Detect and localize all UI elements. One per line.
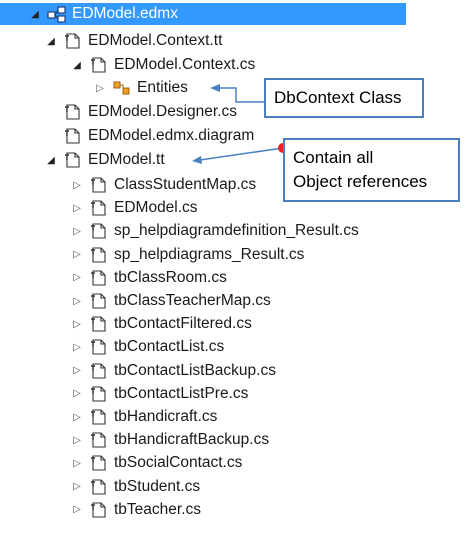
references-pointer xyxy=(199,147,284,161)
references-pointer-arrowhead xyxy=(192,156,202,164)
callout-text-line1: Contain all xyxy=(293,148,374,167)
dbcontext-callout-text: DbContext Class xyxy=(274,88,402,107)
dbcontext-callout: DbContext Class xyxy=(264,78,424,118)
dbcontext-pointer xyxy=(218,87,264,103)
object-references-callout: Contain all Object references xyxy=(283,138,460,202)
callout-text-line2: Object references xyxy=(293,172,428,191)
dbcontext-pointer-arrowhead xyxy=(210,84,220,92)
